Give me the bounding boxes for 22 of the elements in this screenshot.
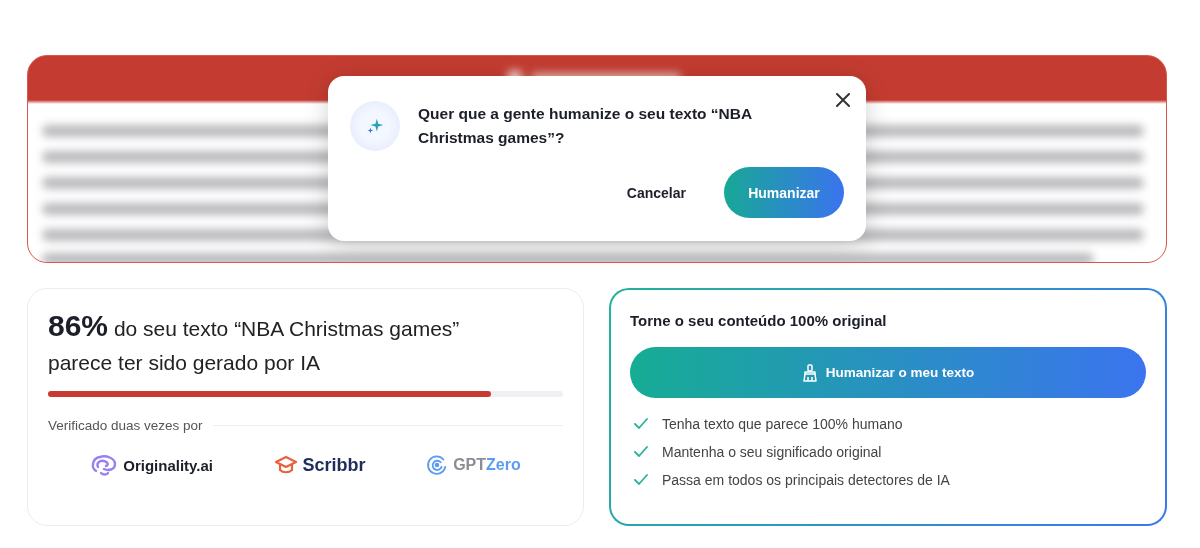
spiral-icon: [426, 454, 449, 476]
benefit-text: Tenha texto que parece 100% humano: [662, 416, 903, 432]
humanize-text-button[interactable]: Humanizar o meu texto: [630, 347, 1146, 398]
cap-icon: [273, 455, 298, 475]
result-headline: 86% do seu texto “NBA Christmas games” parece ter sido gerado por IA: [48, 309, 461, 376]
verified-label: Verificado duas vezes por: [48, 418, 203, 433]
benefit-text: Passa em todos os principais detectores de IA: [662, 472, 950, 488]
logo-text: Originality.ai: [123, 456, 213, 474]
brush-icon: [801, 363, 818, 382]
logo-text: GPTZero: [453, 456, 521, 474]
offer-title: Torne o seu conteúdo 100% original: [630, 312, 888, 329]
close-icon[interactable]: [836, 93, 850, 107]
logo-text: Scribbr: [302, 454, 366, 476]
cancel-button[interactable]: Cancelar: [616, 176, 696, 209]
check-icon: [634, 418, 648, 430]
benefit-text: Mantenha o seu significado original: [662, 444, 882, 460]
dialog-message: Quer que a gente humanize o seu texto “NBA Christmas games”?: [418, 104, 753, 148]
sparkle-icon: [350, 101, 400, 151]
check-icon: [634, 446, 648, 458]
humanize-button[interactable]: Humanizar: [724, 167, 844, 218]
check-icon: [634, 474, 648, 486]
brain-icon: [90, 453, 119, 477]
